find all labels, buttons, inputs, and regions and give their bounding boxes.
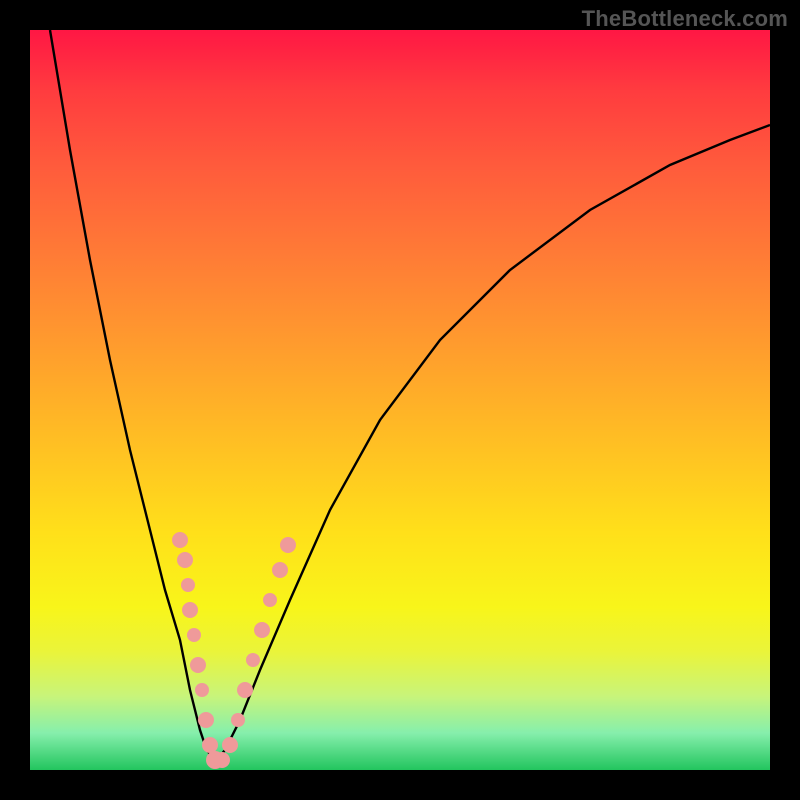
watermark-text: TheBottleneck.com <box>582 6 788 32</box>
gradient-plot-area <box>30 30 770 770</box>
